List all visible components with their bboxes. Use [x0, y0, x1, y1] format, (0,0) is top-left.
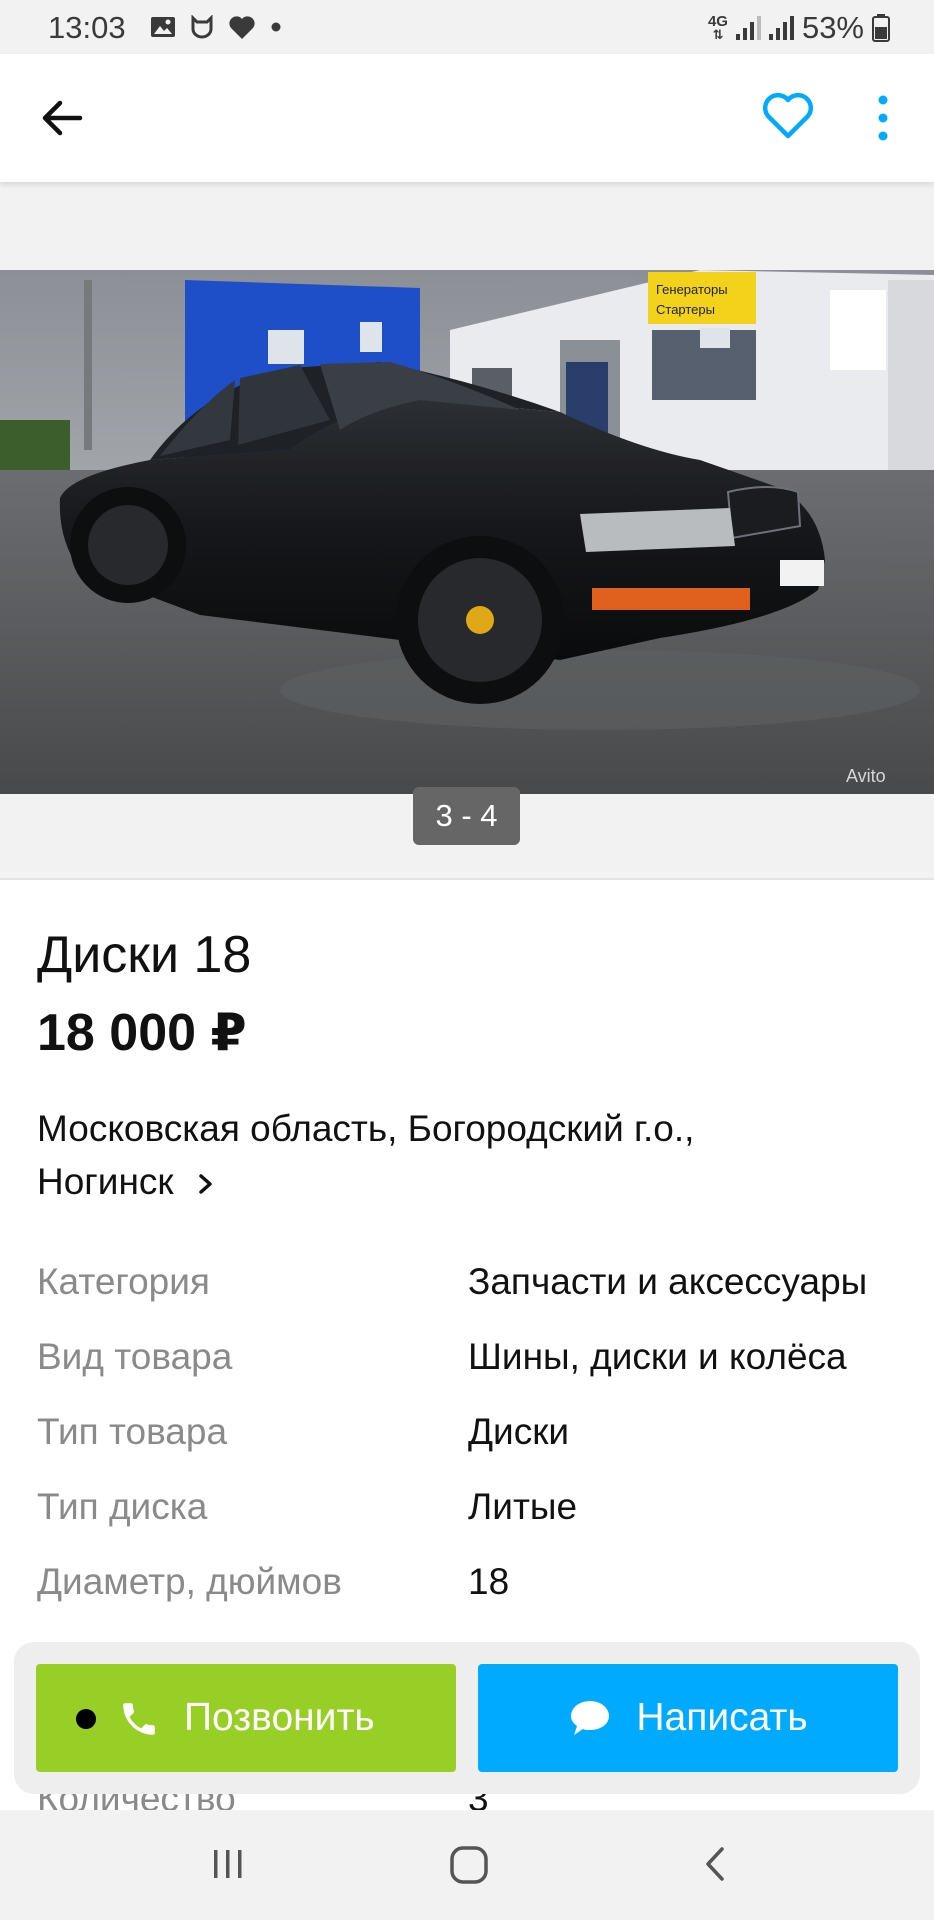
message-button[interactable]: Написать [478, 1664, 898, 1772]
params-list: Категория Запчасти и аксессуары Вид това… [37, 1253, 917, 1628]
call-button-label: Позвонить [184, 1696, 375, 1739]
system-nav-bar [0, 1810, 934, 1920]
status-right: 4G ⇅ 53% [708, 10, 890, 46]
back-nav-icon[interactable] [696, 1844, 736, 1884]
param-value: Литые [468, 1486, 578, 1527]
network-type: 4G ⇅ [707, 13, 728, 42]
phone-icon [123, 1703, 155, 1735]
notification-icons [150, 14, 282, 40]
image-icon [151, 17, 175, 37]
param-row: Тип диска Литые [37, 1478, 917, 1553]
app-bar [0, 54, 934, 182]
address-line-2-row: Ногинск [37, 1155, 897, 1208]
recent-apps-icon[interactable] [208, 1844, 248, 1884]
param-value: Шины, диски и колёса [468, 1336, 847, 1377]
status-time: 13:03 [48, 10, 126, 45]
svg-text:Стартеры: Стартеры [656, 302, 715, 317]
signal-icon-2 [768, 16, 794, 40]
call-button[interactable]: Позвонить [36, 1664, 456, 1772]
message-button-label: Написать [636, 1696, 808, 1739]
listing-price: 18 000 ₽ [37, 1004, 247, 1062]
heart-icon [229, 16, 255, 39]
svg-text:Генераторы: Генераторы [656, 282, 728, 297]
signal-icon [735, 16, 761, 40]
address-line-2: Ногинск [37, 1161, 174, 1202]
param-key: Тип товара [37, 1411, 228, 1452]
param-value: Запчасти и аксессуары [468, 1261, 868, 1302]
listing-title: Диски 18 [37, 926, 252, 984]
param-row: Тип товара Диски [37, 1403, 917, 1478]
param-value: Диски [468, 1411, 570, 1452]
battery-percent: 53% [801, 10, 864, 45]
status-bar: 13:03 4G ⇅ 53% [0, 0, 934, 54]
dot-icon [271, 22, 281, 32]
param-key: Категория [37, 1261, 210, 1302]
param-row: Категория Запчасти и аксессуары [37, 1253, 917, 1328]
param-row: Вид товара Шины, диски и колёса [37, 1328, 917, 1403]
car-photo-image: Генераторы Стартеры Avito [0, 270, 934, 794]
param-value: 18 [468, 1561, 510, 1602]
address-line-1: Московская область, Богородский г.о., [37, 1108, 695, 1149]
photo-gallery[interactable]: Генераторы Стартеры Avito 3 - 4 [0, 182, 934, 880]
arrow-left-icon[interactable] [38, 94, 86, 142]
contact-actions: Позвонить Написать [14, 1642, 920, 1794]
chat-bubble-icon [571, 1701, 610, 1735]
home-icon[interactable] [448, 1844, 490, 1886]
photo-counter: 3 - 4 [413, 787, 520, 845]
listing-address[interactable]: Московская область, Богородский г.о., Но… [37, 1102, 897, 1208]
more-vertical-icon[interactable] [868, 92, 898, 144]
chevron-right-icon [199, 1174, 212, 1194]
heart-outline-icon[interactable] [760, 90, 816, 142]
param-key: Диаметр, дюймов [37, 1561, 342, 1602]
listing-photo[interactable]: Генераторы Стартеры Avito [0, 270, 934, 794]
photo-watermark: Avito [846, 766, 886, 786]
online-status-dot [76, 1709, 96, 1729]
param-key: Тип диска [37, 1486, 208, 1527]
battery-icon [872, 14, 890, 42]
param-key: Вид товара [37, 1336, 233, 1377]
param-row: Диаметр, дюймов 18 [37, 1553, 917, 1628]
cat-icon [191, 15, 213, 39]
